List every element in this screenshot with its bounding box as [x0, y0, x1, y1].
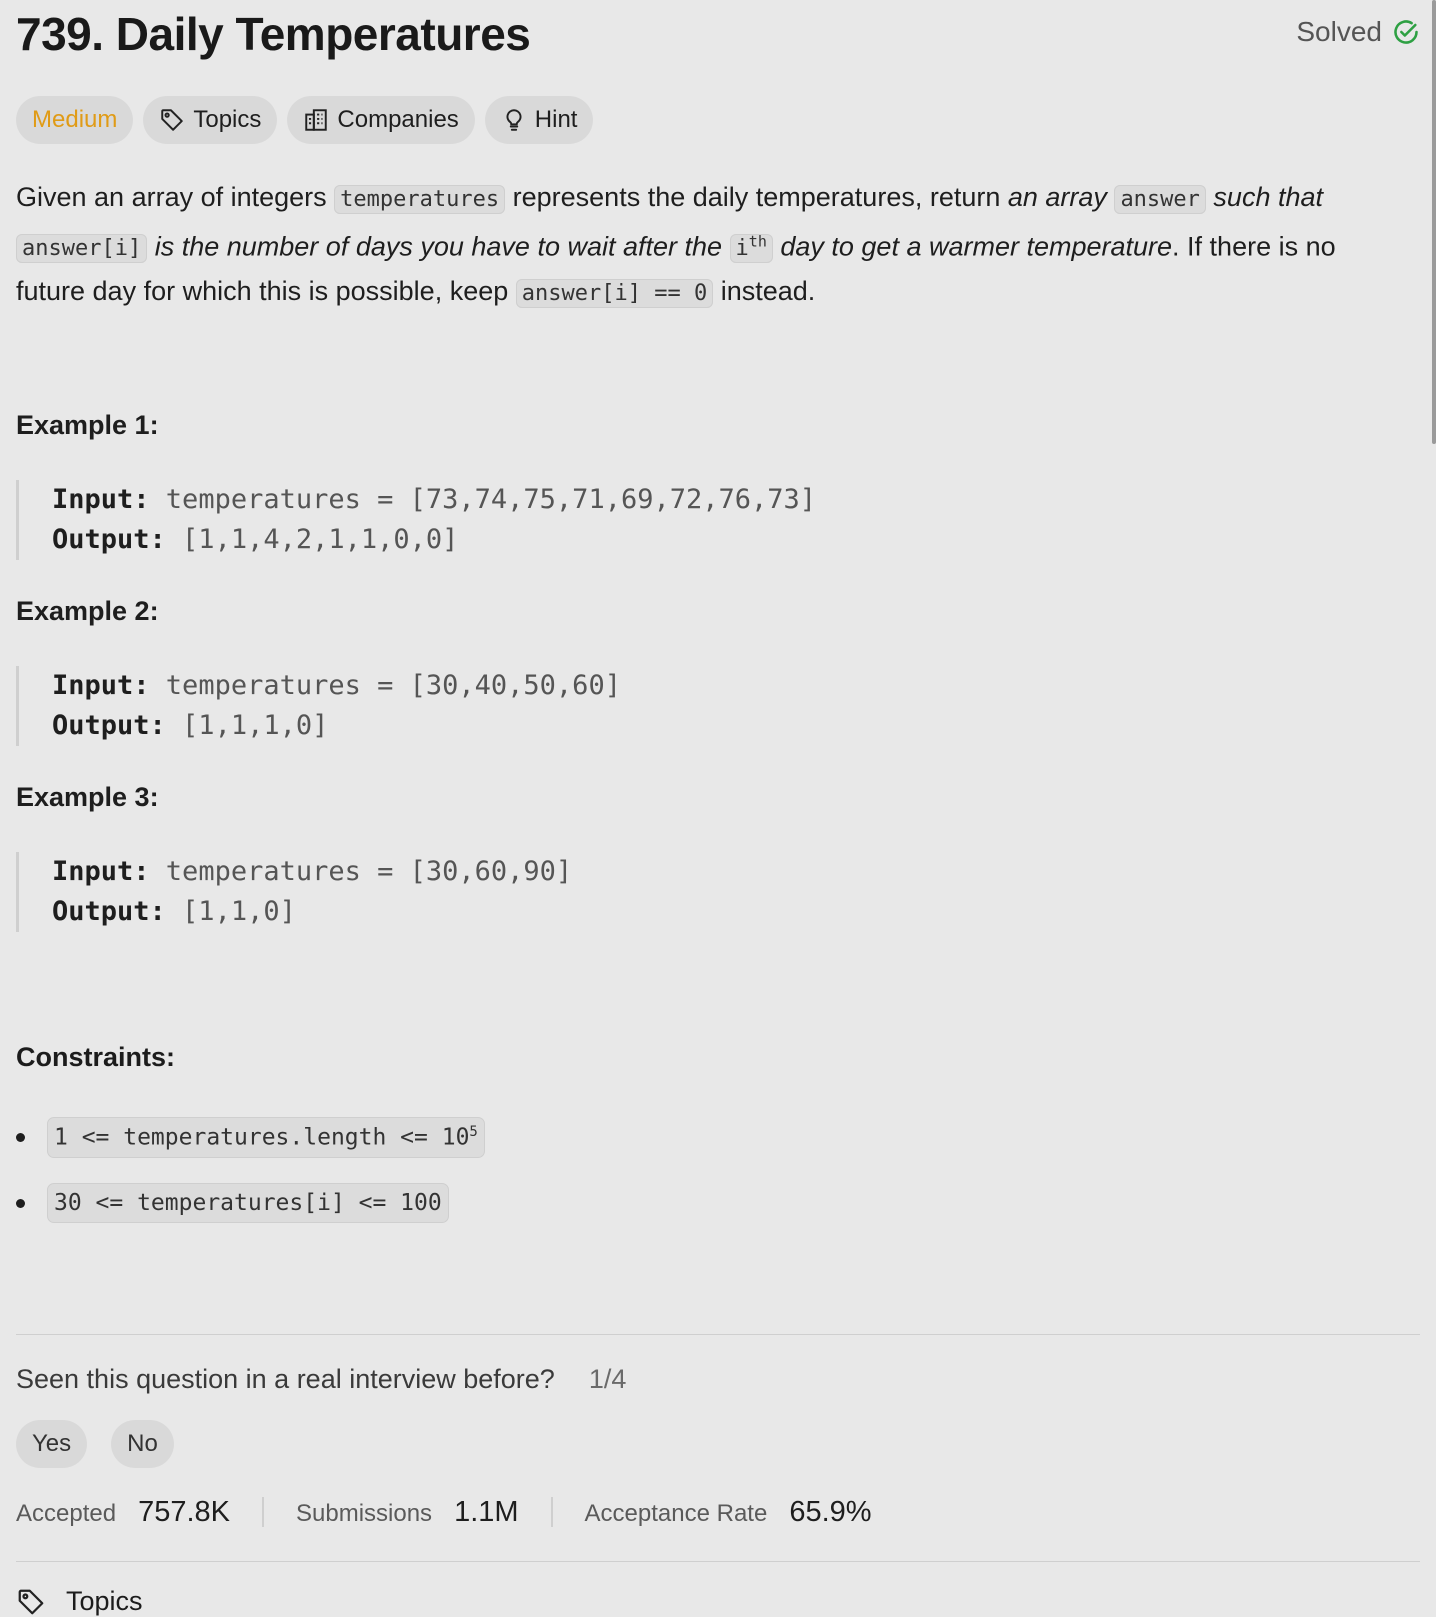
example-output: Output: [1,1,4,2,1,1,0,0] [52, 520, 1352, 560]
input-value: temperatures = [30,60,90] [149, 856, 573, 887]
problem-title[interactable]: 739. Daily Temperatures [16, 6, 531, 62]
output-label: Output: [52, 524, 166, 555]
constraints-title: Constraints: [16, 1042, 176, 1072]
desc-text: Given an array of integers [16, 182, 335, 212]
input-label: Input: [52, 670, 150, 701]
example-input: Input: temperatures = [30,60,90] [52, 852, 1352, 892]
interview-question: Seen this question in a real interview b… [16, 1364, 626, 1395]
constraint-code: 1 <= temperatures.length <= 105 [47, 1117, 485, 1158]
inline-code: answer[i] == 0 [515, 279, 714, 309]
desc-italic: day to get a warmer temperature [772, 231, 1173, 262]
bullet [16, 1132, 25, 1142]
example-output: Output: [1,1,0] [52, 892, 1352, 932]
desc-italic: an array [1007, 182, 1115, 212]
constraint-text: 1 <= temperatures.length <= 10 [54, 1124, 470, 1151]
solved-label: Solved [1296, 16, 1382, 47]
topics-section-header[interactable]: Topics [16, 1586, 143, 1617]
topics-button[interactable]: Topics [143, 96, 278, 144]
input-value: temperatures = [73,74,75,71,69,72,76,73] [149, 484, 817, 515]
yes-button[interactable]: Yes [16, 1420, 88, 1468]
acceptance-rate-stat: Acceptance Rate 65.9% [585, 1496, 872, 1529]
output-value: [1,1,4,2,1,1,0,0] [165, 524, 459, 555]
desc-italic: such that [1205, 182, 1323, 212]
ith-base: i [735, 236, 749, 262]
submissions-label: Submissions [296, 1499, 433, 1527]
hint-button[interactable]: Hint [484, 96, 594, 144]
accepted-stat: Accepted 757.8K [16, 1496, 230, 1529]
output-value: [1,1,1,0] [165, 710, 329, 741]
tag-icon [18, 1589, 44, 1614]
desc-italic: is the number of days you have to wait a… [147, 231, 730, 262]
example-output: Output: [1,1,1,0] [52, 706, 1352, 746]
hint-label: Hint [534, 106, 578, 133]
example-input: Input: temperatures = [73,74,75,71,69,72… [52, 480, 1352, 520]
example-3-title: Example 3: [16, 782, 159, 812]
title-row: 739. Daily Temperatures Solved [16, 6, 1420, 62]
example-1-title: Example 1: [16, 410, 159, 440]
desc-text: represents the daily temperatures, retur… [505, 182, 1008, 212]
submissions-stat: Submissions 1.1M [296, 1496, 519, 1529]
stats-row: Accepted 757.8K Submissions 1.1M Accepta… [16, 1490, 872, 1534]
topics-label: Topics [193, 106, 262, 133]
problem-statement: Given an array of integers temperatures … [16, 176, 1406, 315]
output-value: [1,1,0] [165, 896, 296, 927]
topics-section-label: Topics [66, 1586, 143, 1616]
desc-text: instead. [713, 276, 816, 307]
constraint-code: 30 <= temperatures[i] <= 100 [47, 1183, 449, 1223]
divider [16, 1561, 1420, 1562]
inline-code: temperatures [334, 185, 506, 214]
scrollbar[interactable] [1432, 0, 1436, 444]
tag-icon [161, 109, 184, 131]
output-label: Output: [52, 710, 166, 741]
companies-button[interactable]: Companies [287, 96, 475, 144]
interview-prompt: Seen this question in a real interview b… [16, 1364, 555, 1394]
building-icon [305, 109, 328, 131]
input-label: Input: [52, 856, 150, 887]
exponent: 5 [469, 1124, 478, 1140]
no-button[interactable]: No [111, 1420, 174, 1468]
bullet [16, 1198, 25, 1208]
constraint-item: 30 <= temperatures[i] <= 100 [16, 1183, 449, 1223]
input-label: Input: [52, 484, 150, 515]
inline-code: answer [1114, 185, 1206, 214]
inline-code: ith [729, 233, 773, 264]
inline-code: answer[i] [16, 234, 148, 264]
example-1-block: Input: temperatures = [73,74,75,71,69,72… [16, 480, 1352, 560]
lightbulb-icon [506, 109, 522, 131]
tag-pills: Medium Topics Companies Hint [16, 96, 594, 144]
interview-count: 1/4 [588, 1364, 627, 1394]
accepted-value: 757.8K [138, 1495, 230, 1528]
acceptance-rate-label: Acceptance Rate [584, 1499, 768, 1527]
divider [16, 1334, 1420, 1335]
companies-label: Companies [337, 106, 459, 133]
accepted-label: Accepted [16, 1499, 117, 1527]
example-input: Input: temperatures = [30,40,50,60] [52, 666, 1352, 706]
solved-status: Solved [1296, 16, 1420, 48]
constraint-item: 1 <= temperatures.length <= 105 [16, 1117, 485, 1158]
output-label: Output: [52, 896, 166, 927]
input-value: temperatures = [30,40,50,60] [149, 670, 621, 701]
example-2-title: Example 2: [16, 596, 159, 626]
example-3-block: Input: temperatures = [30,60,90] Output:… [16, 852, 1352, 932]
check-circle-icon [1394, 20, 1418, 44]
ith-superscript: th [748, 233, 767, 251]
stat-separator [262, 1497, 264, 1527]
difficulty-label: Medium [32, 106, 118, 133]
submissions-value: 1.1M [454, 1495, 519, 1528]
interview-answers: Yes No [16, 1420, 174, 1468]
acceptance-rate-value: 65.9% [789, 1495, 872, 1528]
difficulty-badge: Medium [16, 96, 134, 144]
stat-separator [550, 1497, 553, 1527]
example-2-block: Input: temperatures = [30,40,50,60] Outp… [16, 666, 1352, 746]
